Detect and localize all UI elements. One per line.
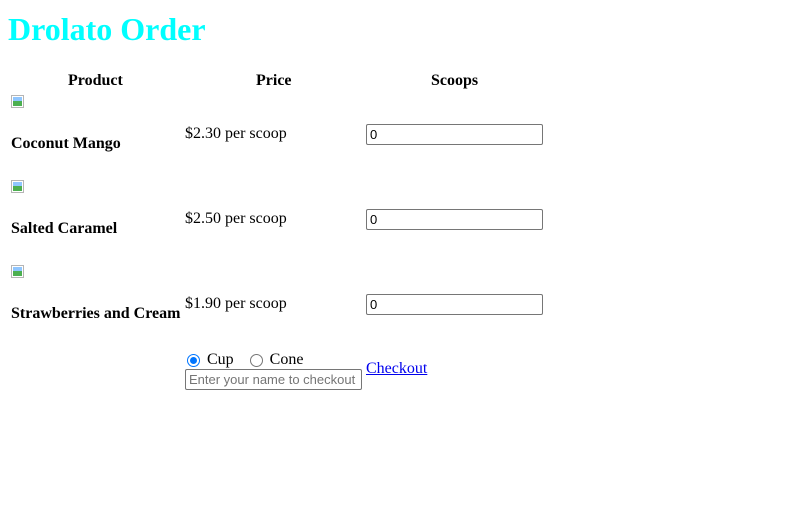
scoops-input-strawberries-and-cream[interactable]: 0 bbox=[366, 294, 543, 315]
serving-type-group: Cup Cone bbox=[187, 351, 319, 369]
product-name-coconut-mango: Coconut Mango bbox=[11, 135, 121, 152]
product-name-strawberries-and-cream: Strawberries and Cream bbox=[11, 305, 181, 322]
broken-image-icon bbox=[11, 95, 27, 111]
cup-radio[interactable] bbox=[187, 353, 200, 367]
product-price-salted-caramel: $2.50 per scoop bbox=[185, 210, 287, 227]
scoops-column-header: Scoops bbox=[431, 72, 479, 89]
page-title: Drolato Order bbox=[8, 11, 206, 47]
checkout-link[interactable]: Checkout bbox=[366, 360, 427, 378]
scoops-input-coconut-mango[interactable]: 0 bbox=[366, 124, 543, 145]
product-price-coconut-mango: $2.30 per scoop bbox=[185, 125, 287, 142]
broken-image-icon bbox=[11, 265, 27, 281]
cone-radio[interactable] bbox=[249, 353, 263, 367]
broken-image-icon bbox=[11, 180, 27, 196]
cone-radio-label[interactable]: Cone bbox=[270, 351, 304, 369]
product-price-strawberries-and-cream: $1.90 per scoop bbox=[185, 295, 287, 312]
scoops-input-salted-caramel[interactable]: 0 bbox=[366, 209, 543, 230]
price-column-header: Price bbox=[256, 72, 292, 89]
checkout-name-placeholder: Enter your name to checkout bbox=[189, 372, 356, 387]
product-name-salted-caramel: Salted Caramel bbox=[11, 220, 118, 237]
checkout-name-input[interactable]: Enter your name to checkout bbox=[185, 369, 362, 390]
order-page: Drolato Order Product Price Scoops Cocon… bbox=[0, 0, 785, 511]
product-column-header: Product bbox=[68, 72, 123, 89]
cup-radio-label[interactable]: Cup bbox=[207, 351, 234, 369]
